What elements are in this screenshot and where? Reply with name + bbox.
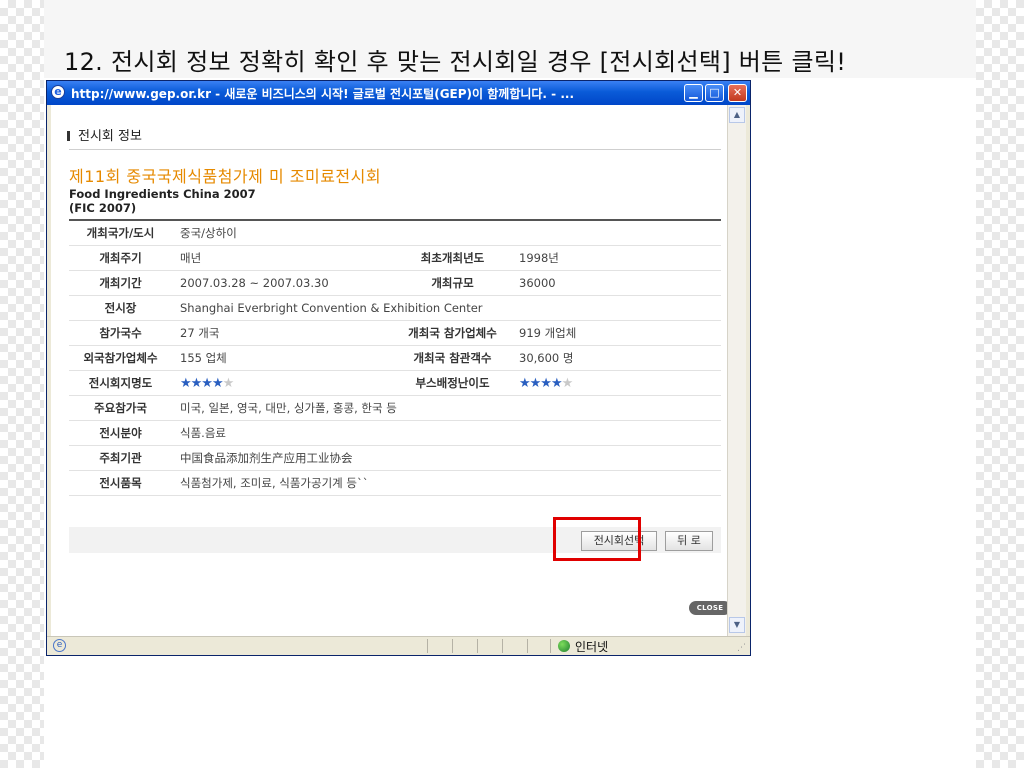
exhibition-name-korean: 제11회 중국국제식품첨가제 미 조미료전시회	[69, 167, 382, 186]
booth-rating: ★★★★★	[511, 370, 722, 396]
highlight-box	[553, 517, 641, 561]
status-divider	[550, 639, 551, 653]
window-titlebar[interactable]: e http://www.gep.or.kr - 새로운 비즈니스의 시작! 글…	[47, 81, 750, 105]
exhibition-english-title: Food Ingredients China 2007	[69, 187, 256, 201]
table-row: 개최주기 매년 최초개최년도 1998년	[69, 245, 722, 271]
status-divider	[527, 639, 528, 653]
status-divider	[502, 639, 503, 653]
exhibition-name-english: Food Ingredients China 2007 (FIC 2007)	[69, 187, 256, 215]
exhibition-info-table: 개최국가/도시 중국/상하이 개최주기 매년 최초개최년도 1998년 개최기간…	[69, 221, 722, 496]
resize-grip-icon[interactable]: ⋰	[737, 643, 746, 653]
main-countries-label: 주요참가국	[69, 395, 172, 421]
period-value: 2007.03.28 ~ 2007.03.30	[172, 270, 394, 296]
booth-label: 부스배정난이도	[394, 370, 511, 396]
countries-value: 27 개국	[172, 320, 394, 346]
status-bar: e 인터넷 ⋰	[47, 636, 750, 655]
status-divider	[477, 639, 478, 653]
table-row: 개최국가/도시 중국/상하이	[69, 221, 722, 246]
star-empty-icon: ★	[222, 375, 235, 391]
close-icon[interactable]: ✕	[728, 84, 747, 102]
star-empty-icon: ★	[561, 375, 574, 391]
table-row: 전시분야 식품.음료	[69, 420, 722, 446]
venue-label: 전시장	[69, 295, 172, 321]
main-countries-value: 미국, 일본, 영국, 대만, 싱가폴, 홍콩, 한국 등	[172, 395, 722, 421]
maximize-icon[interactable]: □	[705, 84, 724, 102]
back-button[interactable]: 뒤 로	[665, 531, 713, 551]
organizer-value: 中国食品添加剂生产应用工业协会	[172, 445, 722, 471]
field-value: 식품.음료	[172, 420, 722, 446]
countries-label: 참가국수	[69, 320, 172, 346]
scale-label: 개최규모	[394, 270, 511, 296]
period-label: 개최기간	[69, 270, 172, 296]
venue-value: Shanghai Everbright Convention & Exhibit…	[172, 295, 722, 321]
host-companies-value: 919 개업체	[511, 320, 722, 346]
slide-title: 12. 전시회 정보 정확히 확인 후 맞는 전시회일 경우 [전시회선택] 버…	[64, 48, 847, 76]
visitors-value: 30,600 명	[511, 345, 722, 371]
scroll-up-icon[interactable]: ▲	[729, 107, 745, 123]
scroll-down-icon[interactable]: ▼	[729, 617, 745, 633]
country-label: 개최국가/도시	[69, 221, 172, 246]
items-label: 전시품목	[69, 470, 172, 496]
exhibition-abbr: (FIC 2007)	[69, 201, 137, 215]
country-value: 중국/상하이	[172, 221, 722, 246]
browser-popup-window: e http://www.gep.or.kr - 새로운 비즈니스의 시작! 글…	[46, 80, 751, 656]
section-title: 전시회 정보	[78, 129, 142, 144]
divider	[69, 149, 721, 150]
table-row: 참가국수 27 개국 개최국 참가업체수 919 개업체	[69, 320, 722, 346]
table-row: 전시장 Shanghai Everbright Convention & Exh…	[69, 295, 722, 321]
star-rating-icon: ★★★★★	[519, 375, 574, 391]
table-row: 전시품목 식품첨가제, 조미료, 식품가공기계 등``	[69, 470, 722, 496]
minimize-icon[interactable]: ▁	[684, 84, 703, 102]
page-content: 전시회 정보 제11회 중국국제식품첨가제 미 조미료전시회 Food Ingr…	[51, 105, 731, 637]
visitors-label: 개최국 참관객수	[394, 345, 511, 371]
table-row: 전시회지명도 ★★★★★ 부스배정난이도 ★★★★★	[69, 370, 722, 396]
field-label: 전시분야	[69, 420, 172, 446]
cycle-value: 매년	[172, 245, 394, 271]
first-year-value: 1998년	[511, 245, 722, 271]
bullet-icon	[67, 131, 70, 141]
window-title: http://www.gep.or.kr - 새로운 비즈니스의 시작! 글로벌…	[71, 87, 575, 101]
ie-page-icon: e	[53, 639, 66, 652]
scale-value: 36000	[511, 270, 722, 296]
table-row: 개최기간 2007.03.28 ~ 2007.03.30 개최규모 36000	[69, 270, 722, 296]
close-button[interactable]: CLOSE	[689, 601, 731, 615]
foreign-companies-value: 155 업체	[172, 345, 394, 371]
first-year-label: 최초개최년도	[394, 245, 511, 271]
star-rating-icon: ★★★★★	[180, 375, 235, 391]
awareness-rating: ★★★★★	[172, 370, 394, 396]
table-row: 외국참가업체수 155 업체 개최국 참관객수 30,600 명	[69, 345, 722, 371]
table-row: 주최기관 中国食品添加剂生产应用工业协会	[69, 445, 722, 471]
security-zone-label: 인터넷	[575, 640, 609, 654]
table-row: 주요참가국 미국, 일본, 영국, 대만, 싱가폴, 홍콩, 한국 등	[69, 395, 722, 421]
ie-logo-icon: e	[51, 85, 65, 99]
cycle-label: 개최주기	[69, 245, 172, 271]
organizer-label: 주최기관	[69, 445, 172, 471]
internet-globe-icon	[558, 640, 570, 652]
foreign-companies-label: 외국참가업체수	[69, 345, 172, 371]
items-value: 식품첨가제, 조미료, 식품가공기계 등``	[172, 470, 722, 496]
host-companies-label: 개최국 참가업체수	[394, 320, 511, 346]
awareness-label: 전시회지명도	[69, 370, 172, 396]
slide: 12. 전시회 정보 정확히 확인 후 맞는 전시회일 경우 [전시회선택] 버…	[44, 0, 976, 768]
status-divider	[452, 639, 453, 653]
section-heading: 전시회 정보	[67, 125, 142, 144]
vertical-scrollbar[interactable]: ▲ ▼	[727, 105, 746, 637]
status-divider	[427, 639, 428, 653]
